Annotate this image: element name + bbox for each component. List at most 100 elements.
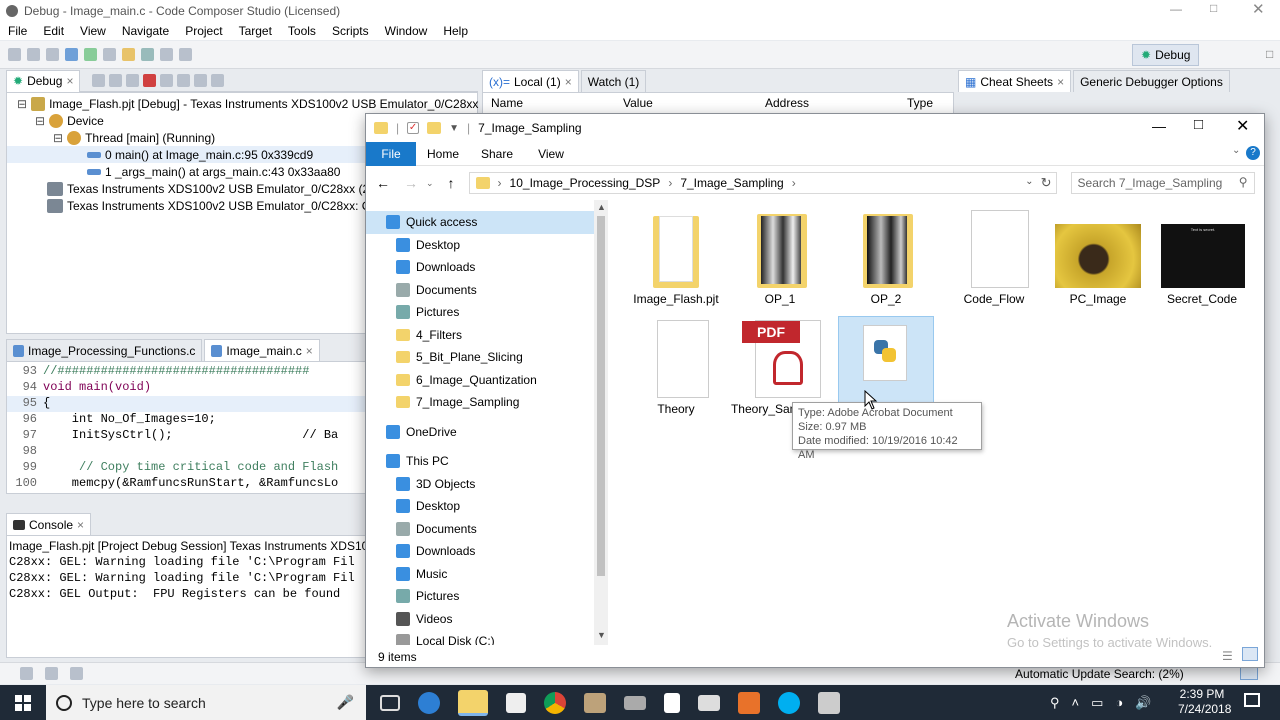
tab-debug[interactable]: ✹ Debug × bbox=[6, 69, 81, 92]
restart-icon[interactable] bbox=[211, 74, 225, 87]
debug-icon[interactable] bbox=[65, 48, 78, 61]
people-icon[interactable]: ⚲ bbox=[1050, 695, 1060, 711]
resume-icon[interactable] bbox=[109, 74, 123, 87]
chip-app-icon[interactable] bbox=[624, 695, 646, 710]
scroll-up-icon[interactable]: ▲ bbox=[597, 202, 606, 212]
task-view-icon[interactable] bbox=[380, 694, 400, 711]
recent-chevron-icon[interactable]: ⌄ bbox=[426, 178, 434, 189]
address-bar[interactable]: › 10_Image_Processing_DSP › 7_Image_Samp… bbox=[468, 172, 1057, 194]
wifi-icon[interactable]: ◑ bbox=[1115, 695, 1123, 710]
suspend-icon[interactable] bbox=[126, 74, 140, 87]
clock[interactable]: 2:39 PM 7/24/2018 bbox=[1178, 687, 1231, 717]
file-item-op-1[interactable]: OP_1 bbox=[730, 210, 830, 306]
start-button[interactable] bbox=[0, 685, 46, 720]
store-icon[interactable] bbox=[506, 692, 526, 713]
close-icon[interactable]: ✕ bbox=[1236, 116, 1249, 136]
minimize-icon[interactable]: — bbox=[1170, 2, 1182, 16]
nav-scrollbar[interactable]: ▲ ▼ bbox=[594, 200, 608, 645]
tree-item-project[interactable]: ⊟ Image_Flash.pjt [Debug] - Texas Instrum… bbox=[7, 95, 522, 112]
menu-tools[interactable]: Tools bbox=[280, 24, 324, 38]
nav-item-4-filters[interactable]: 4_Filters bbox=[366, 324, 608, 347]
console-output[interactable]: Image_Flash.pjt [Project Debug Session] … bbox=[6, 535, 366, 658]
nav-item-desktop[interactable]: Desktop bbox=[366, 495, 608, 518]
build-icon[interactable] bbox=[103, 48, 116, 61]
close-icon[interactable]: ✕ bbox=[1252, 0, 1265, 18]
tool-icon[interactable] bbox=[122, 48, 135, 61]
minimize-icon[interactable]: — bbox=[1152, 118, 1166, 134]
file-item-theory[interactable]: Theory bbox=[626, 320, 726, 416]
nav-item-videos[interactable]: Videos bbox=[366, 608, 608, 631]
search-box[interactable]: Search 7_Image_Sampling ⚲ bbox=[1070, 172, 1255, 194]
back-icon[interactable] bbox=[160, 48, 173, 61]
nav-item-documents[interactable]: Documents✶ bbox=[366, 279, 608, 302]
nav-item-5-bit-plane-slicing[interactable]: 5_Bit_Plane_Slicing bbox=[366, 346, 608, 369]
save-icon[interactable] bbox=[27, 48, 40, 61]
debug-perspective-button[interactable]: ✹ Debug bbox=[1132, 44, 1200, 66]
new-icon[interactable] bbox=[8, 48, 21, 61]
file-item-pc-image[interactable]: PC_Image bbox=[1048, 210, 1148, 306]
file-explorer-taskbar-icon[interactable] bbox=[458, 689, 488, 716]
search-icon[interactable]: ⚲ bbox=[1239, 175, 1248, 189]
tab-console[interactable]: Console × bbox=[6, 513, 92, 535]
menu-project[interactable]: Project bbox=[177, 24, 230, 38]
step-over-icon[interactable] bbox=[177, 74, 191, 87]
progress-icon[interactable] bbox=[1240, 666, 1258, 680]
column-address[interactable]: Address bbox=[765, 96, 907, 110]
step-return-icon[interactable] bbox=[194, 74, 208, 87]
forward-icon[interactable] bbox=[179, 48, 192, 61]
column-value[interactable]: Value bbox=[623, 96, 765, 110]
refresh-icon[interactable]: ↻ bbox=[1041, 175, 1052, 191]
ribbon-tab-view[interactable]: View bbox=[524, 147, 578, 161]
nav-item-pictures[interactable]: Pictures✶ bbox=[366, 301, 608, 324]
tab-local[interactable]: (x)= Local (1) × bbox=[482, 70, 579, 92]
nav-item-desktop[interactable]: Desktop✶ bbox=[366, 234, 608, 257]
microphone-icon[interactable]: 🎤 bbox=[337, 694, 354, 711]
menu-view[interactable]: View bbox=[72, 24, 114, 38]
close-icon[interactable]: × bbox=[77, 518, 84, 532]
close-icon[interactable]: × bbox=[565, 75, 572, 89]
menu-scripts[interactable]: Scripts bbox=[324, 24, 377, 38]
up-arrow-icon[interactable]: ↑ bbox=[448, 175, 455, 191]
code-area[interactable]: 93//################################### … bbox=[6, 361, 366, 494]
terminate-icon[interactable] bbox=[143, 74, 157, 87]
back-arrow-icon[interactable]: ← bbox=[376, 175, 390, 191]
print-icon[interactable] bbox=[46, 48, 59, 61]
remove-icon[interactable] bbox=[92, 74, 106, 87]
menu-target[interactable]: Target bbox=[231, 24, 280, 38]
menu-navigate[interactable]: Navigate bbox=[114, 24, 177, 38]
file-item-op-2[interactable]: OP_2 bbox=[836, 210, 936, 306]
tab-debugger-options[interactable]: Generic Debugger Options bbox=[1073, 70, 1230, 92]
notification-center-icon[interactable] bbox=[1244, 693, 1260, 707]
skype-icon[interactable] bbox=[778, 691, 800, 714]
details-view-icon[interactable]: ☰ bbox=[1222, 649, 1233, 663]
menu-edit[interactable]: Edit bbox=[35, 24, 72, 38]
nav-item-downloads[interactable]: Downloads bbox=[366, 540, 608, 563]
help-icon[interactable]: ? bbox=[1246, 146, 1260, 160]
expand-ribbon-icon[interactable]: ⌄ bbox=[1232, 145, 1240, 156]
file-item-secret-code[interactable]: Text is secret. Secret_Code bbox=[1152, 210, 1252, 306]
nav-item-pictures[interactable]: Pictures bbox=[366, 585, 608, 608]
ribbon-tab-home[interactable]: Home bbox=[416, 147, 470, 161]
close-icon[interactable]: × bbox=[66, 74, 73, 88]
run-icon[interactable] bbox=[84, 48, 97, 61]
3d-app-icon[interactable] bbox=[818, 691, 840, 714]
menu-file[interactable]: File bbox=[0, 24, 35, 38]
column-type[interactable]: Type bbox=[907, 96, 933, 110]
nav-item-music[interactable]: Music bbox=[366, 563, 608, 586]
nav-item-6-image-quantization[interactable]: 6_Image_Quantization bbox=[366, 369, 608, 392]
tab-cheat-sheets[interactable]: ▦ Cheat Sheets × bbox=[958, 70, 1072, 92]
notepad-icon[interactable] bbox=[664, 692, 680, 713]
ccs-taskbar-icon[interactable] bbox=[738, 691, 760, 714]
console-switch-icon[interactable] bbox=[45, 667, 58, 680]
nav-item-quick-access[interactable]: Quick access bbox=[366, 211, 608, 234]
step-into-icon[interactable] bbox=[160, 74, 174, 87]
chrome-icon[interactable] bbox=[544, 691, 566, 714]
forward-arrow-icon[interactable]: → bbox=[404, 175, 418, 191]
maximize-area-icon[interactable]: □ bbox=[1266, 47, 1273, 61]
scroll-thumb[interactable] bbox=[597, 216, 605, 576]
nav-item-documents[interactable]: Documents bbox=[366, 518, 608, 541]
maximize-icon[interactable]: □ bbox=[1194, 116, 1203, 133]
close-icon[interactable]: × bbox=[1057, 75, 1064, 89]
nav-item-this-pc[interactable]: This PC bbox=[366, 450, 608, 473]
nav-item-3d-objects[interactable]: 3D Objects bbox=[366, 473, 608, 496]
